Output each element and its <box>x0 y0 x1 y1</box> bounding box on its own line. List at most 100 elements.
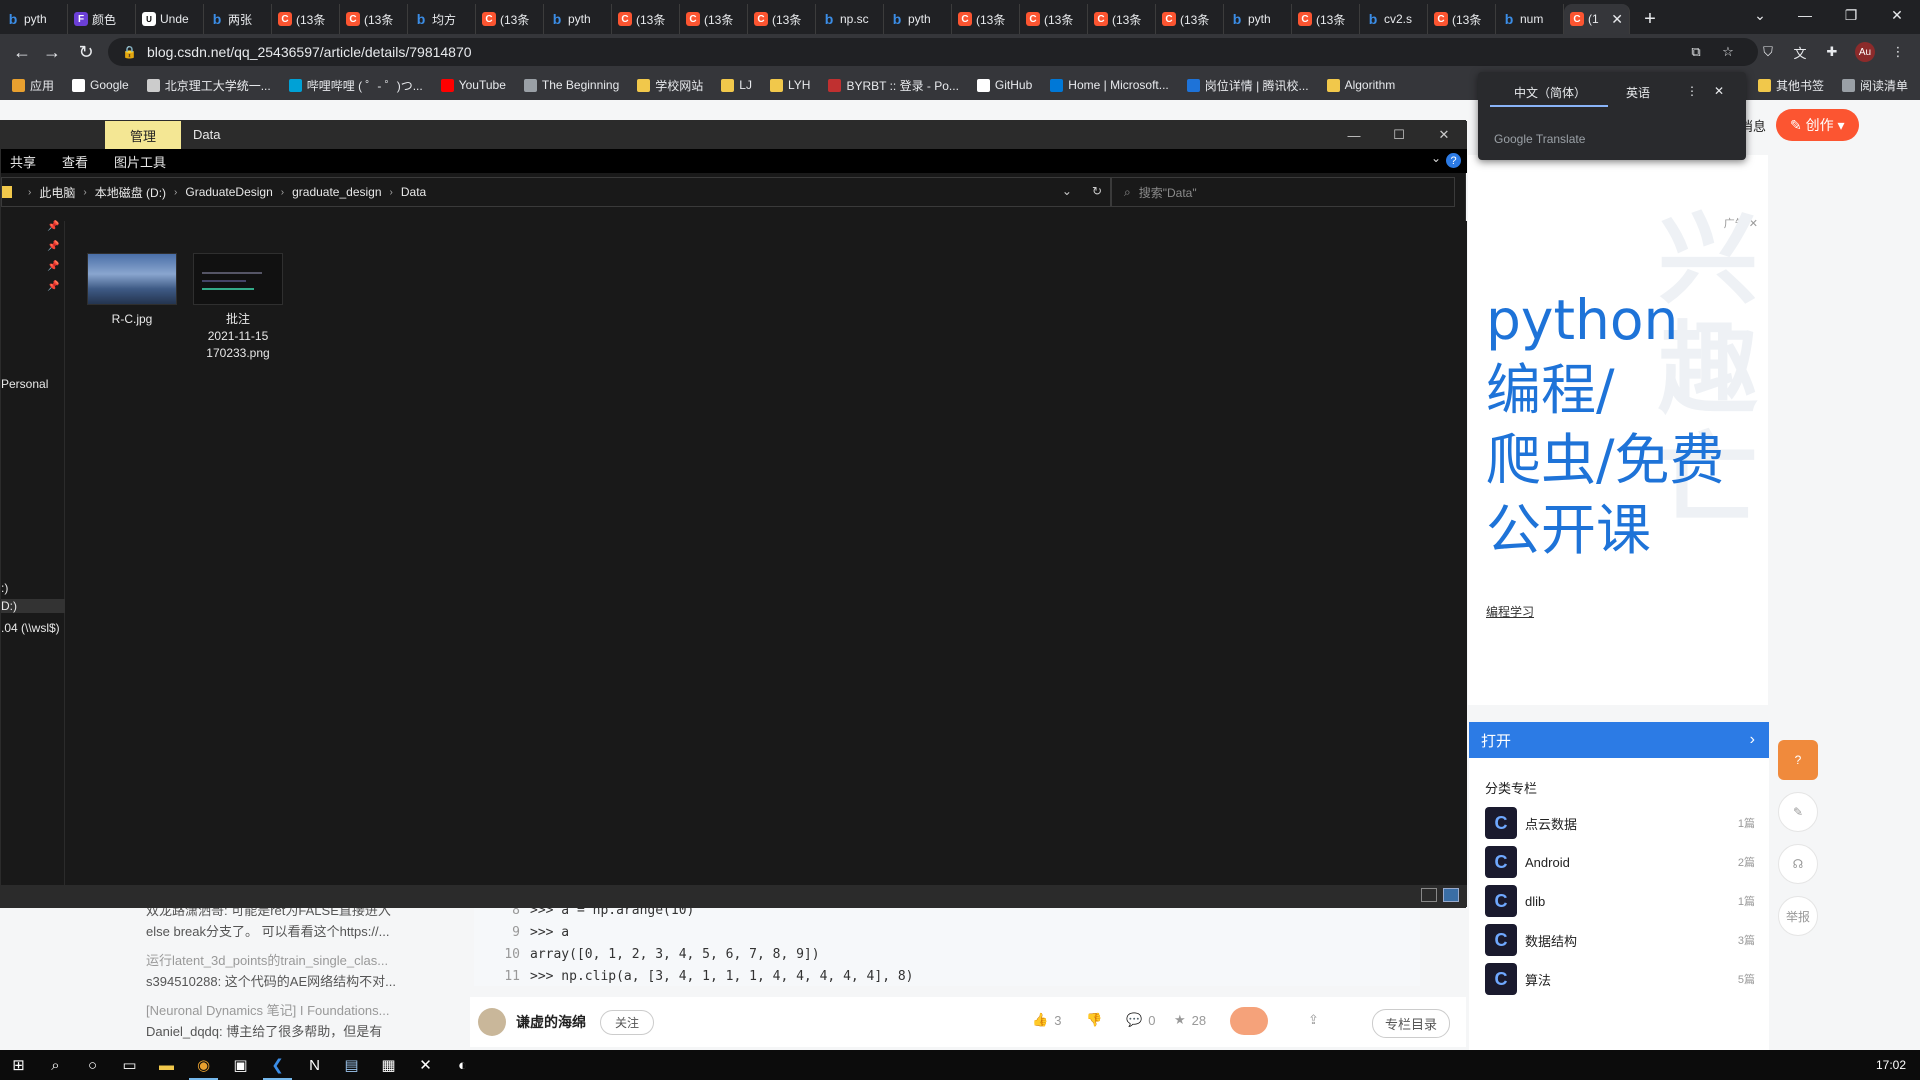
explorer-minimize-button[interactable]: — <box>1331 121 1377 149</box>
browser-tab[interactable]: C (13条 <box>272 4 340 34</box>
comment-line[interactable]: 运行latent_3d_points的train_single_clas... <box>146 950 426 971</box>
translate-tab-english[interactable]: 英语 <box>1626 84 1650 101</box>
browser-tab[interactable]: b pyth <box>0 4 68 34</box>
details-view-icon[interactable] <box>1421 888 1437 902</box>
minimize-button[interactable]: — <box>1782 0 1828 30</box>
translate-extension-icon[interactable]: 文 <box>1790 42 1810 62</box>
nav-item-drive-d[interactable]: D:) <box>1 599 65 613</box>
browser-tab[interactable]: b num <box>1496 4 1564 34</box>
category-item[interactable]: C 算法 5篇 <box>1485 962 1755 996</box>
refresh-icon[interactable]: ↻ <box>1092 184 1102 198</box>
tab-view[interactable]: 查看 <box>53 152 97 171</box>
reward-icon[interactable] <box>1230 1007 1268 1035</box>
calculator-icon[interactable]: ▦ <box>370 1050 407 1080</box>
notes-icon[interactable]: ▤ <box>333 1050 370 1080</box>
browser-tab[interactable]: b pyth <box>1224 4 1292 34</box>
reload-icon[interactable]: ↻ <box>74 40 98 64</box>
browser-tab[interactable]: C (1 ✕ <box>1564 4 1630 34</box>
category-item[interactable]: Cdlib 1篇 <box>1485 884 1755 918</box>
pin-icon[interactable]: 📌 <box>47 261 59 272</box>
help-icon[interactable]: ? <box>1446 153 1461 168</box>
pin-icon[interactable]: 📌 <box>47 221 59 232</box>
comment-line[interactable]: s394510288: 这个代码的AE网络结构不对... <box>146 971 426 992</box>
bookmark-item[interactable]: The Beginning <box>523 78 619 92</box>
reading-list-button[interactable]: 阅读清单 <box>1841 77 1908 94</box>
report-button[interactable]: 举报 <box>1778 896 1818 936</box>
restore-button[interactable]: ❐ <box>1828 0 1874 30</box>
bookmark-item[interactable]: Google <box>72 78 129 92</box>
gift-icon[interactable]: ? <box>1778 740 1818 780</box>
category-item[interactable]: C 数据结构 3篇 <box>1485 923 1755 957</box>
task-view-icon[interactable]: ▭ <box>111 1050 148 1080</box>
translate-tab-chinese[interactable]: 中文（简体） <box>1514 84 1586 101</box>
browser-tab[interactable]: C (13条 <box>680 4 748 34</box>
tab-share[interactable]: 共享 <box>1 152 45 171</box>
bookmark-item[interactable]: 北京理工大学统一... <box>146 77 271 94</box>
browser-tab[interactable]: F 颜色 <box>68 4 136 34</box>
browser-tab[interactable]: C (13条 <box>1088 4 1156 34</box>
create-button[interactable]: ✎ 创作 ▾ <box>1776 109 1859 141</box>
extensions-puzzle-icon[interactable]: ✚ <box>1822 42 1842 62</box>
browser-tab[interactable]: C (13条 <box>748 4 816 34</box>
forward-icon[interactable]: → <box>40 40 64 64</box>
browser-tab[interactable]: C (13条 <box>1156 4 1224 34</box>
translate-page-icon[interactable]: ⧉ <box>1686 42 1706 62</box>
nav-item-wsl[interactable]: .04 (\\wsl$) <box>1 621 60 635</box>
share-icon[interactable]: ⇪ <box>1308 1012 1319 1028</box>
bookmark-item[interactable]: GitHub <box>976 78 1032 92</box>
ribbon-collapse-icon[interactable]: ⌄ <box>1431 151 1441 165</box>
explorer-close-button[interactable]: ✕ <box>1421 121 1467 149</box>
notion-icon[interactable]: N <box>296 1050 333 1080</box>
comment-line[interactable]: Daniel_dqdq: 博主给了很多帮助，但是有 <box>146 1021 426 1042</box>
bookmark-item[interactable]: Algorithm <box>1326 78 1395 92</box>
breadcrumb-graduate-design[interactable]: graduate_design <box>292 185 381 199</box>
browser-tab[interactable]: C (13条 <box>1292 4 1360 34</box>
new-tab-button[interactable]: + <box>1630 4 1670 34</box>
headset-icon[interactable]: ☊ <box>1778 844 1818 884</box>
history-dropdown-icon[interactable]: ⌄ <box>1062 184 1072 198</box>
file-explorer-icon[interactable]: ▬ <box>148 1050 185 1080</box>
bookmark-item[interactable]: YouTube <box>440 78 506 92</box>
breadcrumb-drive-d[interactable]: 本地磁盘 (D:) <box>95 184 166 201</box>
bookmark-item[interactable]: LJ <box>721 78 752 92</box>
browser-tab[interactable]: b 两张 <box>204 4 272 34</box>
bookmark-item[interactable]: 岗位详情 | 腾讯校... <box>1186 77 1309 94</box>
comment-stat[interactable]: 💬 0 <box>1126 1012 1155 1028</box>
breadcrumb-this-pc[interactable]: 此电脑 <box>39 184 75 201</box>
profile-avatar[interactable]: Au <box>1855 42 1875 62</box>
breadcrumb-data[interactable]: Data <box>401 185 426 199</box>
browser-tab[interactable]: C (13条 <box>1428 4 1496 34</box>
translate-close-icon[interactable]: ✕ <box>1714 84 1724 98</box>
bookmark-item[interactable]: 哔哩哔哩 ( ゜- ゜)つ... <box>288 77 423 94</box>
bookmark-item[interactable]: 学校网站 <box>637 77 703 94</box>
breadcrumb-graduatedesign[interactable]: GraduateDesign <box>185 185 272 199</box>
file-item-screenshot-png[interactable]: 批注 2021-11-15 170233.png <box>191 253 285 362</box>
file-item-r-c-jpg[interactable]: R-C.jpg <box>85 253 179 328</box>
translate-menu-icon[interactable]: ⋮ <box>1686 84 1698 98</box>
cortana-icon[interactable]: ○ <box>74 1050 111 1080</box>
browser-tab[interactable]: C (13条 <box>612 4 680 34</box>
bookmark-item[interactable]: LYH <box>769 78 810 92</box>
bookmark-item[interactable]: BYRBT :: 登录 - Po... <box>828 77 959 94</box>
browser-tab[interactable]: U Unde <box>136 4 204 34</box>
favorite-stat[interactable]: ★ 28 <box>1174 1012 1206 1028</box>
comment-line[interactable]: else break分支了。 可以看看这个https://... <box>146 921 426 942</box>
pin-icon[interactable]: 📌 <box>47 241 59 252</box>
like-stat[interactable]: 👍 3 <box>1032 1012 1061 1028</box>
pin-icon[interactable]: 📌 <box>47 281 59 292</box>
browser-tab[interactable]: C (13条 <box>340 4 408 34</box>
browser-tab[interactable]: b pyth <box>544 4 612 34</box>
browser-tab[interactable]: b np.sc <box>816 4 884 34</box>
browser-tab[interactable]: b cv2.s <box>1360 4 1428 34</box>
tab-picture-tools[interactable]: 图片工具 <box>105 152 175 171</box>
author-avatar[interactable] <box>478 1008 506 1036</box>
browser-tab[interactable]: b pyth <box>884 4 952 34</box>
shield-extension-icon[interactable]: ⛉ <box>1758 42 1778 62</box>
explorer-maximize-button[interactable]: ☐ <box>1376 121 1422 149</box>
toc-button[interactable]: 专栏目录 <box>1371 1009 1450 1038</box>
browser-tab[interactable]: b 均方 <box>408 4 476 34</box>
start-windows-icon[interactable]: ⊞ <box>0 1050 37 1080</box>
back-icon[interactable]: ← <box>10 40 34 64</box>
xming-icon[interactable]: ✕ <box>407 1050 444 1080</box>
ad-link[interactable]: 编程学习 <box>1486 603 1534 620</box>
